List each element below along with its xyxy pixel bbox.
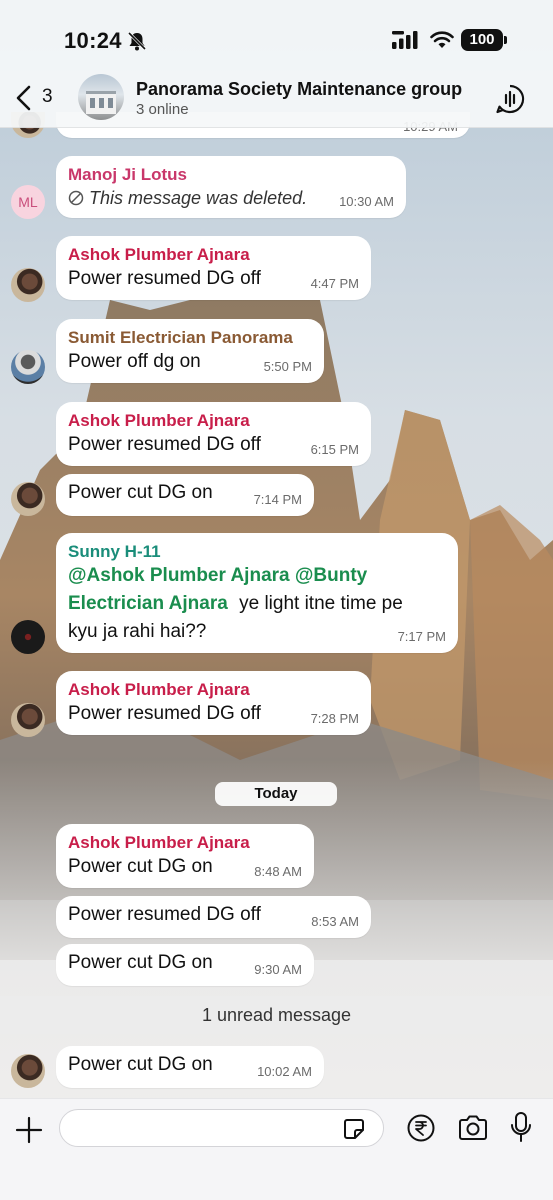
status-bar: 10:24 100 bbox=[0, 0, 553, 72]
message-text-line: Electrician Ajnara ye light itne time pe bbox=[68, 590, 446, 618]
deleted-text: This message was deleted. bbox=[89, 188, 308, 208]
composer-bar bbox=[0, 1098, 553, 1200]
sender-name[interactable]: Ashok Plumber Ajnara bbox=[68, 833, 302, 853]
plus-icon[interactable] bbox=[14, 1115, 44, 1145]
message-bubble[interactable]: Power cut DG on 7:14 PM bbox=[56, 474, 314, 516]
sticker-icon[interactable] bbox=[342, 1117, 366, 1141]
message-time: 9:30 AM bbox=[254, 962, 302, 977]
mention-link[interactable]: @Ashok Plumber Ajnara bbox=[68, 565, 290, 586]
mic-icon[interactable] bbox=[509, 1111, 533, 1143]
message-input[interactable] bbox=[59, 1109, 384, 1147]
message-bubble[interactable]: Power cut DG on 10:02 AM bbox=[56, 1046, 324, 1088]
message-bubble[interactable]: Sumit Electrician Panorama Power off dg … bbox=[56, 319, 324, 383]
avatar[interactable] bbox=[11, 703, 45, 737]
group-avatar[interactable] bbox=[78, 74, 124, 120]
message-time: 8:48 AM bbox=[254, 864, 302, 879]
message-bubble[interactable]: Ashok Plumber Ajnara Power cut DG on 8:4… bbox=[56, 824, 314, 888]
message-list[interactable]: 10:29 AM ML Manoj Ji Lotus This message … bbox=[0, 0, 553, 1200]
bell-off-icon bbox=[127, 31, 147, 51]
message-bubble[interactable]: Ashok Plumber Ajnara Power resumed DG of… bbox=[56, 671, 371, 735]
avatar-initials[interactable]: ML bbox=[11, 185, 45, 219]
sender-name[interactable]: Ashok Plumber Ajnara bbox=[68, 411, 359, 431]
mention-link[interactable]: Electrician Ajnara bbox=[68, 593, 228, 614]
back-unread-count[interactable]: 3 bbox=[42, 86, 53, 108]
message-time: 7:17 PM bbox=[397, 629, 446, 644]
day-separator: Today bbox=[215, 782, 337, 806]
rupee-icon[interactable] bbox=[406, 1113, 436, 1143]
signal-icon bbox=[392, 31, 418, 49]
sender-name[interactable]: Ashok Plumber Ajnara bbox=[68, 245, 359, 265]
message-time: 7:28 PM bbox=[310, 711, 359, 726]
message-text-line: @Ashok Plumber Ajnara @Bunty bbox=[68, 562, 446, 590]
message-bubble[interactable]: Manoj Ji Lotus This message was deleted.… bbox=[56, 156, 406, 218]
group-title[interactable]: Panorama Society Maintenance group bbox=[136, 79, 462, 100]
prohibited-icon bbox=[68, 190, 84, 206]
voice-chat-icon[interactable] bbox=[494, 83, 526, 115]
message-time: 8:53 AM bbox=[311, 914, 359, 929]
camera-icon[interactable] bbox=[457, 1113, 489, 1143]
avatar[interactable] bbox=[11, 268, 45, 302]
message-time: 7:14 PM bbox=[253, 492, 302, 507]
building-image bbox=[86, 91, 116, 114]
mention-link[interactable]: @Bunty bbox=[295, 565, 367, 586]
message-bubble[interactable]: Power cut DG on 9:30 AM bbox=[56, 944, 314, 986]
avatar[interactable] bbox=[11, 350, 45, 384]
sender-name[interactable]: Sumit Electrician Panorama bbox=[68, 328, 312, 348]
message-bubble[interactable]: Sunny H-11 @Ashok Plumber Ajnara @Bunty … bbox=[56, 533, 458, 653]
message-time: 5:50 PM bbox=[263, 359, 312, 374]
message-bubble[interactable]: Ashok Plumber Ajnara Power resumed DG of… bbox=[56, 236, 371, 300]
sender-name[interactable]: Sunny H-11 bbox=[68, 542, 446, 562]
avatar[interactable] bbox=[11, 1054, 45, 1088]
unread-divider: 1 unread message bbox=[0, 996, 553, 1034]
message-time: 4:47 PM bbox=[310, 276, 359, 291]
sender-name[interactable]: Ashok Plumber Ajnara bbox=[68, 680, 359, 700]
back-chevron-icon[interactable] bbox=[12, 84, 36, 112]
avatar[interactable] bbox=[11, 620, 45, 654]
message-text: ye light itne time pe bbox=[239, 593, 403, 614]
message-time: 10:02 AM bbox=[257, 1064, 312, 1079]
avatar[interactable] bbox=[11, 482, 45, 516]
message-time: 6:15 PM bbox=[310, 442, 359, 457]
message-time: 10:30 AM bbox=[339, 194, 394, 209]
battery-indicator: 100 bbox=[461, 29, 507, 51]
message-bubble[interactable]: Ashok Plumber Ajnara Power resumed DG of… bbox=[56, 402, 371, 466]
sender-name[interactable]: Manoj Ji Lotus bbox=[68, 165, 394, 185]
online-status: 3 online bbox=[136, 101, 189, 118]
wifi-icon bbox=[430, 31, 454, 48]
message-bubble[interactable]: Power resumed DG off 8:53 AM bbox=[56, 896, 371, 938]
clock: 10:24 bbox=[64, 28, 122, 53]
message-text: kyu ja rahi hai?? bbox=[68, 621, 207, 642]
